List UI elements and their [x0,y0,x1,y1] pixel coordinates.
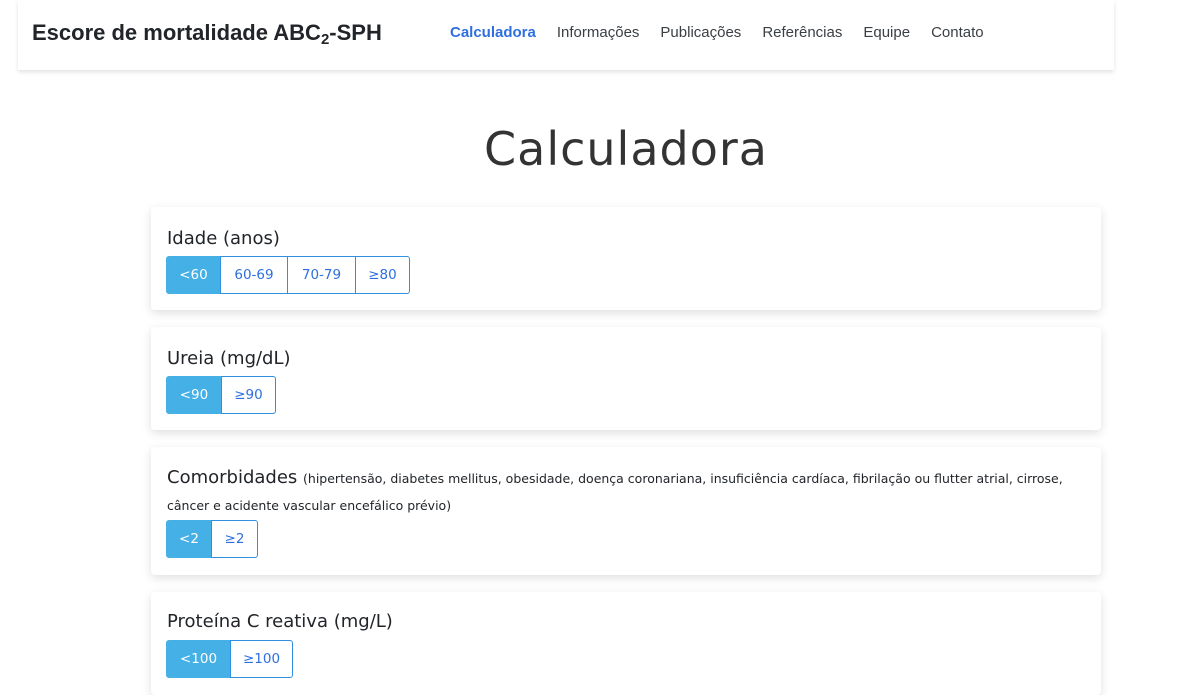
comorbidities-label: Comorbidades [167,467,298,488]
age-label: Idade (anos) [167,228,280,249]
main-nav: Calculadora Informações Publicações Refe… [450,24,1005,41]
comorbidities-option-group: <2 ≥2 [166,520,258,558]
nav-publicacoes[interactable]: Publicações [660,24,741,41]
comorbidities-card: Comorbidades (hipertensão, diabetes mell… [151,447,1101,575]
nav-calculadora[interactable]: Calculadora [450,24,536,41]
page-title: Calculadora [484,122,768,176]
urea-card: Ureia (mg/dL) <90 ≥90 [151,327,1101,430]
crp-option-under-100[interactable]: <100 [166,640,231,678]
urea-option-under-90[interactable]: <90 [166,376,222,414]
comorbidities-option-2-plus[interactable]: ≥2 [211,520,258,558]
comorbidities-label-block: Comorbidades (hipertensão, diabetes mell… [167,465,1087,519]
crp-option-100-plus[interactable]: ≥100 [230,640,293,678]
age-option-60-69[interactable]: 60-69 [220,256,288,294]
age-option-under-60[interactable]: <60 [166,256,221,294]
nav-informacoes[interactable]: Informações [557,24,640,41]
urea-option-90-plus[interactable]: ≥90 [221,376,276,414]
top-navbar: Escore de mortalidade ABC2-SPH Calculado… [18,0,1114,70]
age-card: Idade (anos) <60 60-69 70-79 ≥80 [151,207,1101,310]
comorbidities-note: (hipertensão, diabetes mellitus, obesida… [167,471,1063,513]
urea-label: Ureia (mg/dL) [167,348,291,369]
comorbidities-option-under-2[interactable]: <2 [166,520,212,558]
brand-suffix: -SPH [329,20,382,45]
nav-referencias[interactable]: Referências [762,24,842,41]
crp-card: Proteína C reativa (mg/L) <100 ≥100 [151,592,1101,695]
nav-contato[interactable]: Contato [931,24,984,41]
brand-title[interactable]: Escore de mortalidade ABC2-SPH [32,20,382,48]
age-option-group: <60 60-69 70-79 ≥80 [166,256,410,294]
nav-equipe[interactable]: Equipe [863,24,910,41]
age-option-70-79[interactable]: 70-79 [287,256,356,294]
brand-prefix: Escore de mortalidade ABC [32,20,321,45]
crp-label: Proteína C reativa (mg/L) [167,611,393,632]
crp-option-group: <100 ≥100 [166,640,293,678]
age-option-80-plus[interactable]: ≥80 [355,256,410,294]
urea-option-group: <90 ≥90 [166,376,276,414]
